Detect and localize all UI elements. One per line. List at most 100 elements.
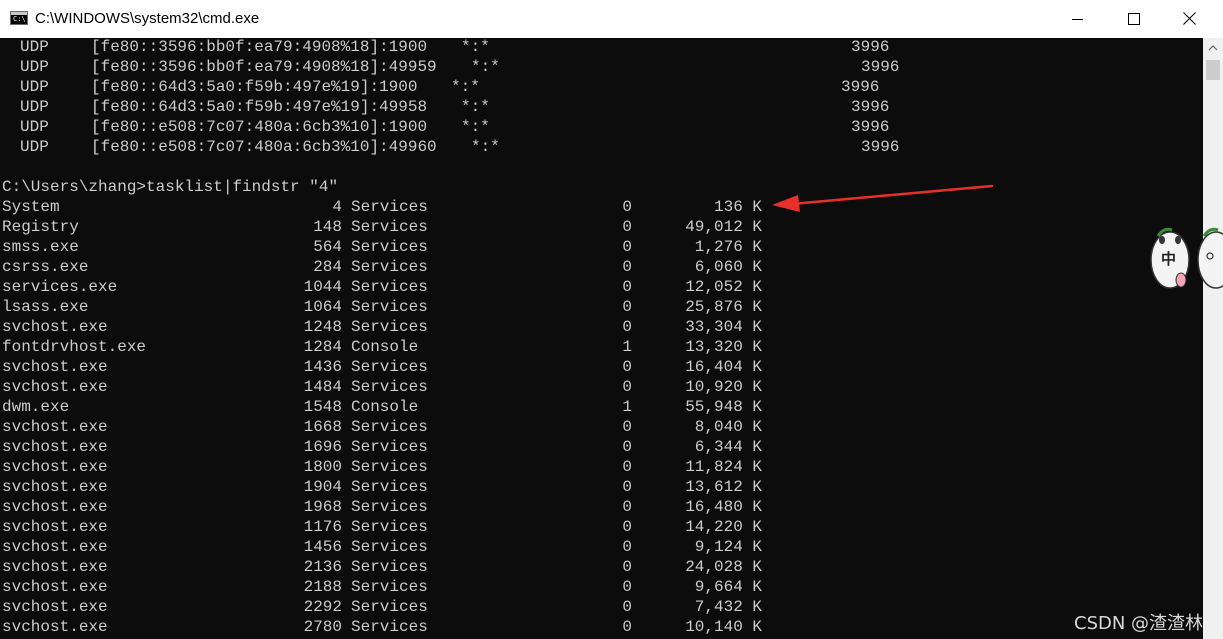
- tasklist-row: svchost.exe 2188 Services 0 9,664 K: [2, 578, 762, 598]
- protocol: UDP: [20, 78, 49, 96]
- image-name: Registry: [2, 218, 79, 236]
- ime-toolbar[interactable]: 中: [1148, 222, 1223, 292]
- close-button[interactable]: [1157, 0, 1223, 38]
- tasklist-row: svchost.exe 1176 Services 0 14,220 K: [2, 518, 762, 538]
- title-bar[interactable]: C:\ C:\WINDOWS\system32\cmd.exe: [0, 0, 1223, 38]
- cmd-icon: C:\: [10, 11, 28, 25]
- pid: 3996: [861, 58, 900, 76]
- remote-address: *:*: [451, 78, 480, 96]
- pid: 1248: [303, 318, 342, 336]
- netstat-row: UDP [fe80::64d3:5a0:f59b:497e%19]:49958 …: [2, 98, 889, 118]
- image-name: smss.exe: [2, 238, 79, 256]
- pid: 1668: [303, 418, 342, 436]
- session-name: Services: [351, 418, 428, 436]
- session-number: 0: [622, 278, 632, 296]
- local-address: [fe80::3596:bb0f:ea79:4908%18]:1900: [91, 38, 428, 56]
- local-address: [fe80::e508:7c07:480a:6cb3%10]:49960: [91, 138, 437, 156]
- image-name: svchost.exe: [2, 318, 108, 336]
- session-name: Services: [351, 198, 428, 216]
- session-name: Services: [351, 278, 428, 296]
- maximize-icon: [1128, 13, 1140, 25]
- remote-address: *:*: [461, 98, 490, 116]
- red-arrow-icon: [772, 184, 994, 212]
- vertical-scrollbar[interactable]: [1203, 38, 1223, 639]
- mem-usage: 13,612 K: [685, 478, 762, 496]
- pid: 1044: [303, 278, 342, 296]
- image-name: svchost.exe: [2, 558, 108, 576]
- watermark: CSDN @渣渣林: [1074, 613, 1204, 634]
- tasklist-row: svchost.exe 1668 Services 0 8,040 K: [2, 418, 762, 438]
- pid: 1904: [303, 478, 342, 496]
- tasklist-row: svchost.exe 2780 Services 0 10,140 K: [2, 618, 762, 638]
- scroll-up-button[interactable]: [1203, 38, 1223, 58]
- tasklist-row: svchost.exe 1456 Services 0 9,124 K: [2, 538, 762, 558]
- session-number: 0: [622, 558, 632, 576]
- netstat-row: UDP [fe80::e508:7c07:480a:6cb3%10]:1900 …: [2, 118, 889, 138]
- mem-usage: 49,012 K: [685, 218, 762, 236]
- pid: 3996: [851, 98, 890, 116]
- close-icon: [1183, 12, 1196, 25]
- pid: 284: [313, 258, 342, 276]
- mem-usage: 14,220 K: [685, 518, 762, 536]
- session-name: Console: [351, 398, 419, 416]
- image-name: svchost.exe: [2, 378, 108, 396]
- tasklist-row: svchost.exe 1904 Services 0 13,612 K: [2, 478, 762, 498]
- mem-usage: 10,920 K: [685, 378, 762, 396]
- mem-usage: 9,124 K: [694, 538, 762, 556]
- ime-mode-label[interactable]: 中: [1161, 248, 1176, 269]
- image-name: svchost.exe: [2, 498, 108, 516]
- remote-address: *:*: [461, 118, 490, 136]
- session-number: 0: [622, 218, 632, 236]
- session-number: 0: [622, 438, 632, 456]
- mem-usage: 16,404 K: [685, 358, 762, 376]
- session-name: Services: [351, 558, 428, 576]
- session-name: Services: [351, 218, 428, 236]
- protocol: UDP: [20, 38, 49, 56]
- image-name: csrss.exe: [2, 258, 89, 276]
- minimize-icon: [1072, 19, 1083, 20]
- session-number: 0: [622, 258, 632, 276]
- session-number: 0: [622, 298, 632, 316]
- remote-address: *:*: [461, 38, 490, 56]
- netstat-row: UDP [fe80::3596:bb0f:ea79:4908%18]:1900 …: [2, 38, 889, 58]
- pid: 148: [313, 218, 342, 236]
- image-name: fontdrvhost.exe: [2, 338, 147, 356]
- session-name: Services: [351, 318, 428, 336]
- mem-usage: 7,432 K: [694, 598, 762, 616]
- remote-address: *:*: [471, 138, 500, 156]
- pid: 2292: [303, 598, 342, 616]
- session-name: Services: [351, 478, 428, 496]
- protocol: UDP: [20, 58, 49, 76]
- tasklist-row: csrss.exe 284 Services 0 6,060 K: [2, 258, 762, 278]
- mem-usage: 8,040 K: [694, 418, 762, 436]
- image-name: svchost.exe: [2, 358, 108, 376]
- session-number: 0: [622, 238, 632, 256]
- mem-usage: 25,876 K: [685, 298, 762, 316]
- scroll-thumb[interactable]: [1206, 60, 1220, 80]
- ime-mascot-icon: [1150, 227, 1223, 289]
- session-number: 0: [622, 618, 632, 636]
- pid: 3996: [841, 78, 880, 96]
- tasklist-row: services.exe 1044 Services 0 12,052 K: [2, 278, 762, 298]
- console-output[interactable]: UDP [fe80::3596:bb0f:ea79:4908%18]:1900 …: [0, 38, 1203, 639]
- local-address: [fe80::64d3:5a0:f59b:497e%19]:49958: [91, 98, 428, 116]
- image-name: svchost.exe: [2, 618, 108, 636]
- session-number: 0: [622, 518, 632, 536]
- pid: 1456: [303, 538, 342, 556]
- session-number: 0: [622, 358, 632, 376]
- session-name: Services: [351, 578, 428, 596]
- tasklist-output: System 4 Services 0 136 K Registry 148 Services…: [2, 198, 762, 638]
- image-name: lsass.exe: [2, 298, 89, 316]
- session-number: 0: [622, 318, 632, 336]
- console-lines: UDP [fe80::3596:bb0f:ea79:4908%18]:1900 …: [2, 38, 899, 638]
- image-name: svchost.exe: [2, 458, 108, 476]
- pid: 3996: [851, 38, 890, 56]
- session-name: Services: [351, 438, 428, 456]
- tasklist-row: Registry 148 Services 0 49,012 K: [2, 218, 762, 238]
- pid: 1176: [303, 518, 342, 536]
- session-name: Services: [351, 598, 428, 616]
- tasklist-row: svchost.exe 1436 Services 0 16,404 K: [2, 358, 762, 378]
- netstat-row: UDP [fe80::64d3:5a0:f59b:497e%19]:1900 *…: [2, 78, 879, 98]
- scroll-up-arrow-icon: [1208, 45, 1218, 51]
- tasklist-row: smss.exe 564 Services 0 1,276 K: [2, 238, 762, 258]
